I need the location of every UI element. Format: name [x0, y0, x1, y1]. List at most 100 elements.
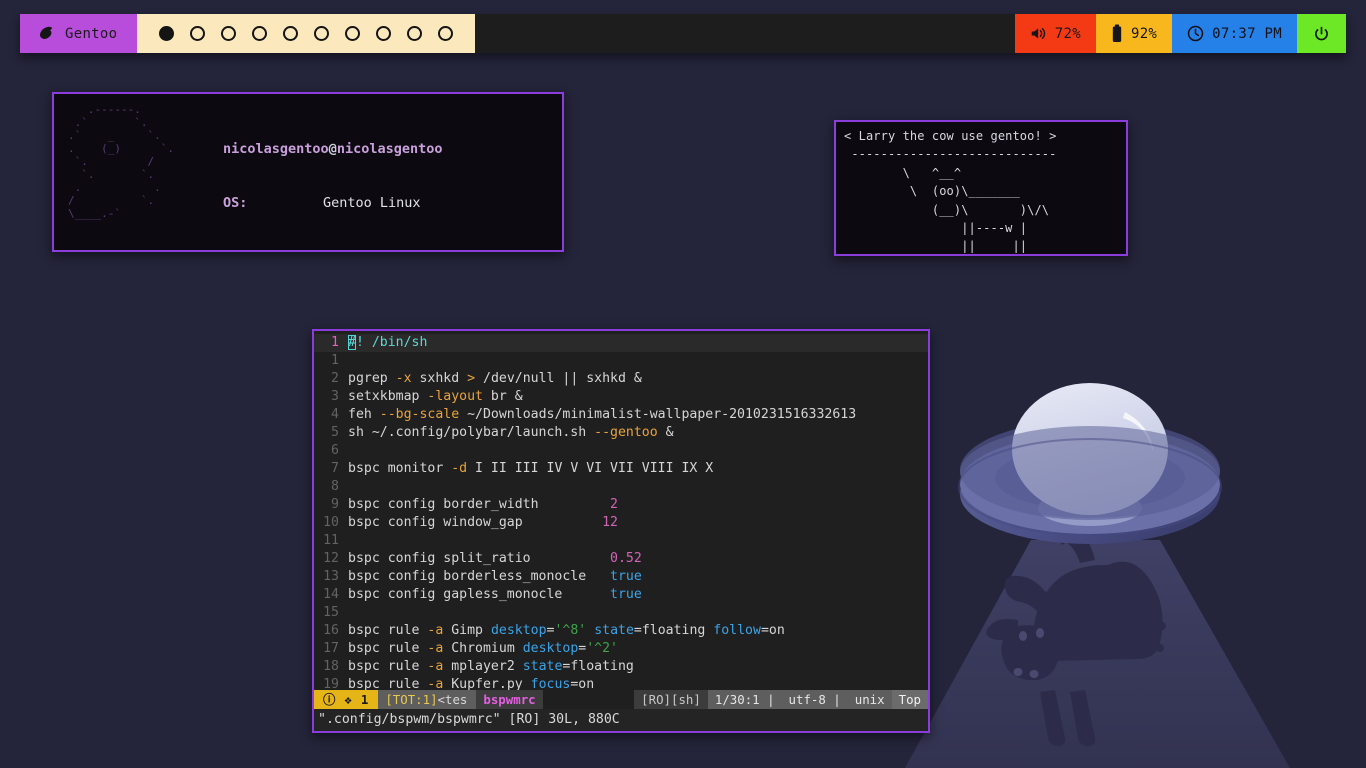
line-text: setxkbmap -layout br & [348, 388, 523, 406]
vim-command-line[interactable]: ".config/bspwm/bspwmrc" [RO] 30L, 880C [314, 709, 928, 731]
line-number: 12 [323, 551, 339, 566]
line-text: #! /bin/sh [348, 334, 427, 352]
vim-terminal-window[interactable]: 1 #! /bin/sh 1 2 pgrep -x sxhkd > /dev/null … [312, 329, 930, 733]
code-token: & [657, 425, 674, 440]
code-token: bspc rule [348, 623, 428, 638]
code-line[interactable]: 9 bspc config border_width 2 [314, 496, 928, 514]
code-line[interactable]: 1 [314, 352, 928, 370]
code-line[interactable]: 12 bspc config split_ratio 0.52 [314, 550, 928, 568]
code-token: sh ~/.config/polybar/launch.sh [348, 425, 595, 440]
distro-module[interactable]: Gentoo [20, 14, 138, 53]
workspace-1[interactable] [159, 26, 175, 41]
volume-module[interactable]: 72% [1014, 14, 1096, 53]
code-line[interactable]: 3 setxkbmap -layout br & [314, 388, 928, 406]
line-number: 7 [331, 461, 339, 476]
code-line[interactable]: 14 bspc config gapless_monocle true [314, 586, 928, 604]
code-line[interactable]: 5 sh ~/.config/polybar/launch.sh --gentoo… [314, 424, 928, 442]
code-token: # [348, 335, 356, 350]
line-number: 10 [323, 515, 339, 530]
code-token: true [610, 569, 642, 584]
code-line[interactable]: 4 feh --bg-scale ~/Downloads/minimalist-w… [314, 406, 928, 424]
code-token: follow [713, 623, 761, 638]
info-key-os: OS: [223, 195, 248, 212]
code-token: -d [451, 461, 468, 476]
line-number: 17 [323, 641, 339, 656]
line-text: pgrep -x sxhkd > /dev/null || sxhkd & [348, 370, 642, 388]
workspace-8[interactable] [376, 26, 392, 41]
vim-statusline: ⓘ ❖ 1 [TOT:1] <tes bspwmrc [RO][sh] 1/30… [314, 690, 928, 709]
gentoo-logo-icon [38, 24, 57, 43]
line-text: bspc config window_gap 12 [348, 514, 618, 532]
clock-module[interactable]: 07:37 PM [1172, 14, 1297, 53]
info-value-os: Gentoo Linux [323, 195, 421, 212]
code-token: setxkbmap [348, 389, 428, 404]
svg-text:?!: ?! [1032, 583, 1066, 619]
gentoo-ascii-art: .------. .` `. .` _ `. . (_) `. `. / `. … [68, 103, 174, 220]
hostname: nicolasgentoo [336, 141, 443, 158]
vim-mode-icon: ⓘ [323, 692, 336, 707]
code-token: 12 [602, 515, 618, 530]
vim-tes-segment: <tes [437, 690, 477, 709]
code-token: Chromium [443, 641, 523, 656]
code-token: -x [395, 371, 412, 386]
code-token: ! /bin/sh [355, 335, 428, 350]
code-token: --gentoo [594, 425, 658, 440]
line-number: 2 [331, 371, 339, 386]
code-line[interactable]: 11 [314, 532, 928, 550]
code-line[interactable]: 13 bspc config borderless_monocle true [314, 568, 928, 586]
code-line[interactable]: 6 [314, 442, 928, 460]
code-token: sxhkd [411, 371, 468, 386]
code-line[interactable]: 17 bspc rule -a Chromium desktop='^2' [314, 640, 928, 658]
speaker-icon [1030, 26, 1047, 41]
code-line[interactable]: 15 [314, 604, 928, 622]
info-key-kernel: KERNEL: [223, 249, 323, 251]
line-text: bspc config borderless_monocle true [348, 568, 642, 586]
code-line[interactable]: 18 bspc rule -a mplayer2 state=floating [314, 658, 928, 676]
polybar: Gentoo 72% 92% 07:37 PM [20, 14, 1346, 53]
code-line[interactable]: 7 bspc monitor -d I II III IV V VI VII VI… [314, 460, 928, 478]
line-text: bspc config border_width 2 [348, 496, 618, 514]
code-line[interactable]: 16 bspc rule -a Gimp desktop='^8' state=f… [314, 622, 928, 640]
clock-icon [1187, 25, 1204, 42]
line-text: bspc rule -a Chromium desktop='^2' [348, 640, 618, 658]
workspace-10[interactable] [438, 26, 454, 41]
vim-fileformat-segment: unix [847, 690, 892, 709]
workspace-5[interactable] [283, 26, 299, 41]
workspaces-module[interactable] [137, 14, 476, 53]
line-text: feh --bg-scale ~/Downloads/minimalist-wa… [348, 406, 856, 424]
workspace-2[interactable] [190, 26, 206, 41]
workspace-6[interactable] [314, 26, 330, 41]
workspace-3[interactable] [221, 26, 237, 41]
code-token: =floating [633, 623, 714, 638]
code-token: -a [427, 677, 444, 690]
power-icon [1313, 25, 1330, 43]
workspace-9[interactable] [407, 26, 423, 41]
code-line[interactable]: 19 bspc rule -a Kupfer.py focus=on [314, 676, 928, 690]
volume-value: 72% [1054, 25, 1081, 42]
code-token: true [610, 587, 642, 602]
line-number: 16 [323, 623, 339, 638]
code-token: mplayer2 [443, 659, 523, 674]
code-token: -a [427, 641, 444, 656]
code-token: =floating [562, 659, 634, 674]
code-line[interactable]: 2 pgrep -x sxhkd > /dev/null || sxhkd & [314, 370, 928, 388]
git-branch-count: 1 [360, 692, 369, 707]
code-token: -layout [427, 389, 483, 404]
vim-position-segment: 1/30:1 | [707, 690, 782, 709]
neofetch-terminal-window[interactable]: .------. .` `. .` _ `. . (_) `. `. / `. … [52, 92, 564, 252]
vim-text-buffer[interactable]: 1 #! /bin/sh 1 2 pgrep -x sxhkd > /dev/null … [314, 331, 928, 690]
cowsay-terminal-window[interactable]: < Larry the cow use gentoo! > ----------… [834, 120, 1128, 256]
workspace-7[interactable] [345, 26, 361, 41]
code-line[interactable]: 8 [314, 478, 928, 496]
vim-readonly-segment: [RO][sh] [634, 690, 708, 709]
battery-module[interactable]: 92% [1095, 14, 1173, 53]
code-line[interactable]: 1 #! /bin/sh [314, 334, 928, 352]
polybar-left-modules: Gentoo [20, 14, 476, 53]
power-module[interactable] [1297, 14, 1346, 53]
line-number: 8 [331, 479, 339, 494]
code-token: state [522, 659, 563, 674]
workspace-4[interactable] [252, 26, 268, 41]
distro-label: Gentoo [65, 25, 118, 42]
code-line[interactable]: 10 bspc config window_gap 12 [314, 514, 928, 532]
